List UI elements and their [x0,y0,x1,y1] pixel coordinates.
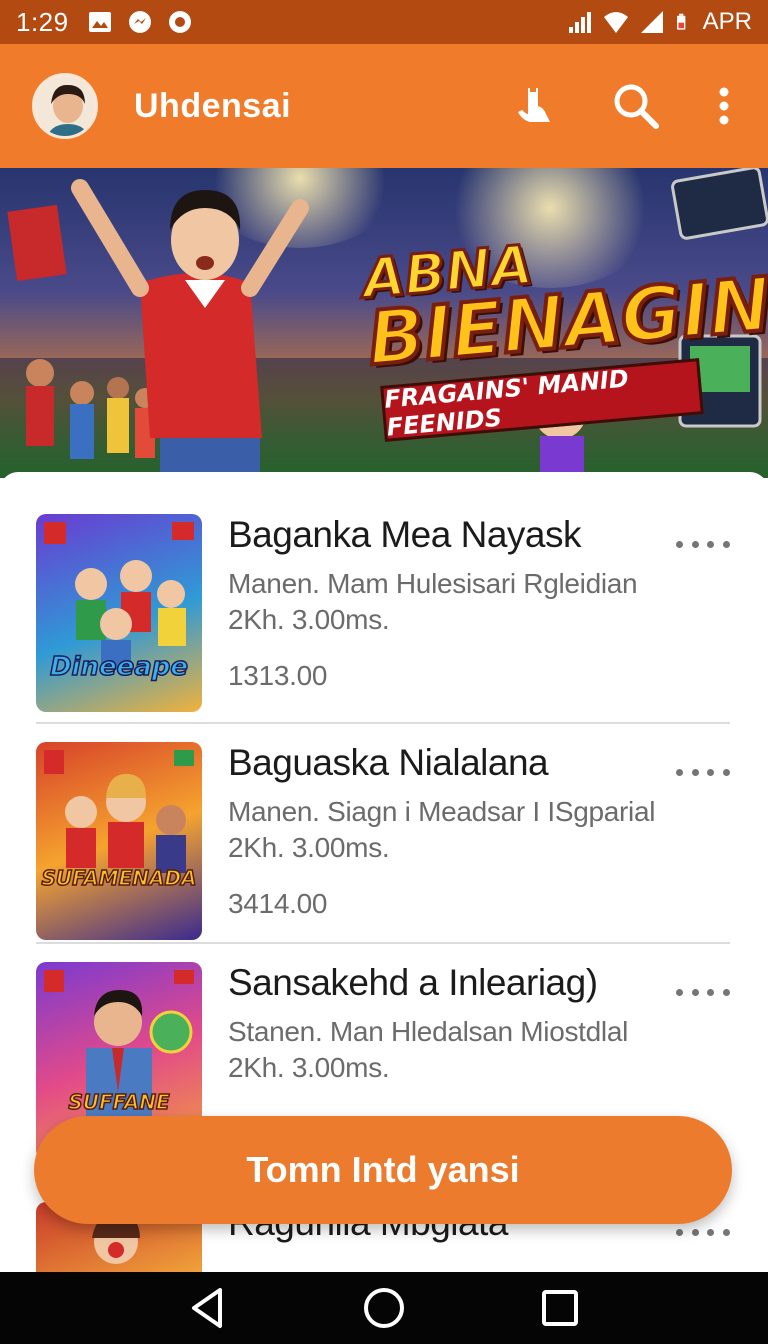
item-thumbnail: Dineeape [36,514,202,712]
list-item[interactable]: SUFAMENADA Baguaska Nialalana Manen. Sia… [36,742,730,940]
dot-icon [707,540,715,548]
dot-icon [722,540,730,548]
item-price: 1313.00 [228,660,328,691]
status-time: 1:29 [16,6,69,37]
avatar[interactable] [32,73,98,139]
app-screen: 1:29 APR Uhdensai ABNA BIENAGIN FRAGAINS… [0,0,768,1344]
list-divider [36,942,730,944]
nav-back-button[interactable] [178,1278,238,1338]
item-meta: 2Kh. 3.00ms. [228,604,390,635]
more-options-button[interactable] [712,80,736,132]
list-divider [36,722,730,724]
dot-icon [722,768,730,776]
system-nav-bar [0,1272,768,1344]
item-title: Baganka Mea Nayask [228,514,581,555]
nav-home-button[interactable] [354,1278,414,1338]
item-body: Baganka Mea Nayask Manen. Mam Hulesisari… [228,514,730,712]
dot-icon [676,988,683,996]
home-icon [364,1288,404,1328]
primary-action-button[interactable]: Tomn Intd yansi [34,1116,732,1224]
avatar-image [35,76,95,136]
item-price: 3414.00 [228,888,328,919]
dot-icon [676,540,683,548]
recents-icon [542,1290,578,1326]
thumbnail-art [44,522,194,670]
back-icon [192,1288,222,1328]
thumbnail-title: Dineeape [49,651,189,683]
carrier-label: APR [702,8,752,35]
signal-icon [568,12,591,33]
dot-icon [722,988,730,996]
item-title: Baguaska Nialalana [228,742,549,783]
messenger-icon [128,11,151,33]
promo-banner[interactable]: ABNA BIENAGIN FRAGAINS' MANID FEENIDS [0,168,768,478]
item-body: Baguaska Nialalana Manen. Siagn i Meadsa… [228,742,730,940]
nav-recents-button[interactable] [530,1278,590,1338]
dot-icon [691,768,699,776]
voice-icon [518,88,550,122]
thumbnail-art [44,750,194,873]
item-more-button[interactable] [676,532,730,556]
item-more-button[interactable] [676,760,730,784]
dot-icon [676,1228,683,1236]
item-meta: 2Kh. 3.00ms. [228,832,390,863]
crowd-figures [26,359,155,459]
dot-icon [691,988,699,996]
item-thumbnail: SUFAMENADA [36,742,202,940]
dot-icon [707,1228,715,1236]
voice-button[interactable] [508,80,560,132]
item-subtitle: Stanen. Man Hledalsan Miostdlal [228,1016,629,1047]
item-subtitle: Manen. Siagn i Meadsar I ISgparial [228,796,656,827]
dot-icon [722,1228,730,1236]
record-icon [168,11,191,33]
thumbnail-title: SUFFANE [68,1089,171,1115]
app-bar-actions [508,80,736,132]
signal-strength-icon [640,11,663,33]
item-more-button[interactable] [676,980,730,1004]
item-meta: 2Kh. 3.00ms. [228,1052,390,1083]
thumbnail-title: SUFAMENADA [41,866,198,890]
more-vert-icon [719,87,729,125]
battery-icon [676,13,686,30]
dot-icon [691,540,699,548]
app-bar: Uhdensai [0,44,768,168]
list-item[interactable]: Dineeape Baganka Mea Nayask Manen. Mam H… [36,514,730,712]
wifi-icon [603,12,628,33]
dot-icon [676,768,683,776]
status-bar: 1:29 APR [0,0,768,44]
status-right: APR [567,8,752,36]
flag-graphic [7,204,67,282]
app-title: Uhdensai [134,86,292,125]
search-icon [614,84,659,129]
notification-icons [87,9,193,35]
dot-icon [707,768,715,776]
dot-icon [691,1228,699,1236]
search-button[interactable] [610,80,662,132]
item-subtitle: Manen. Mam Hulesisari Rglеidian [228,568,638,599]
photo-icon [88,12,111,32]
dot-icon [707,988,715,996]
item-title: Sansakehd a Inlеariag) [228,962,598,1003]
